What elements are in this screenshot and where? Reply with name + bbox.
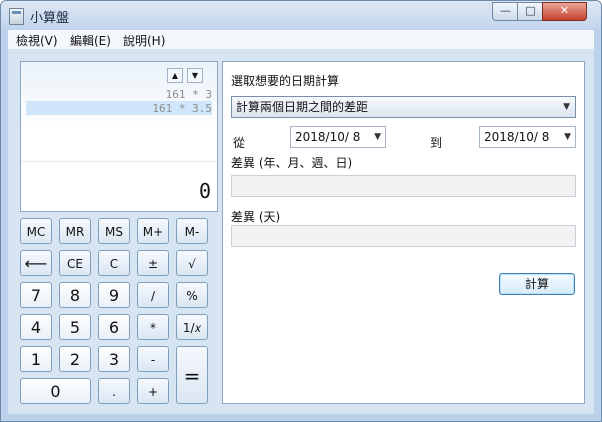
plus-minus-button[interactable]: ± [137,250,169,276]
history-line-1[interactable]: 161 * 3 [166,88,212,101]
digit-4-button[interactable]: 4 [20,314,52,340]
minimize-button[interactable]: — [492,2,519,21]
triangle-down-icon: ▼ [191,71,199,80]
digit-8-button[interactable]: 8 [59,282,91,308]
to-date-picker[interactable]: 2018/10/ 8 ▼ [479,126,576,148]
from-date-value: 2018/10/ 8 [295,130,361,144]
calculator-display: ▲ ▼ 161 * 3 161 * 3.5 0 [20,61,218,212]
digit-5-button[interactable]: 5 [59,314,91,340]
calculator-window: 小算盤 — □ ✕ 檢視(V) 編輯(E) 說明(H) ▲ ▼ 161 * 3 … [0,0,602,422]
chevron-down-icon: ▼ [564,132,571,142]
date-calc-prompt: 選取想要的日期計算 [231,74,340,88]
add-button[interactable]: + [137,378,169,404]
menu-view[interactable]: 檢視(V) [16,32,58,49]
percent-button[interactable]: % [176,282,208,308]
chevron-down-icon: ▼ [374,132,381,142]
date-calc-mode-value: 計算兩個日期之間的差距 [236,100,369,114]
close-icon: ✕ [559,4,570,17]
display-divider [21,161,217,162]
date-calc-mode-select[interactable]: 計算兩個日期之間的差距 ▼ [231,96,576,118]
menu-help[interactable]: 說明(H) [123,32,165,49]
decimal-button[interactable]: . [98,378,130,404]
clear-entry-button[interactable]: CE [59,250,91,276]
calculator-app-icon [9,8,24,25]
history-scroll-up-button[interactable]: ▲ [167,68,183,83]
diff-days-label: 差異 (天) [231,210,281,224]
menu-edit[interactable]: 編輯(E) [70,32,111,49]
history-line-2[interactable]: 161 * 3.5 [152,102,212,115]
subtract-button[interactable]: - [137,346,169,372]
history-scroll-down-button[interactable]: ▼ [187,68,203,83]
maximize-icon: □ [525,4,536,17]
reciprocal-button[interactable]: 1/𝑥 [176,314,208,340]
menu-bar: 檢視(V) 編輯(E) 說明(H) [8,30,594,50]
mc-button[interactable]: MC [20,218,52,244]
sqrt-button[interactable]: √ [176,250,208,276]
equals-button[interactable]: = [176,346,208,404]
to-date-value: 2018/10/ 8 [484,130,550,144]
m-plus-button[interactable]: M+ [137,218,169,244]
client-area: ▲ ▼ 161 * 3 161 * 3.5 0 MC MR MS M+ M- ⟵… [8,49,594,414]
digit-1-button[interactable]: 1 [20,346,52,372]
digit-2-button[interactable]: 2 [59,346,91,372]
display-value: 0 [198,179,211,203]
diff-days-result [231,225,576,247]
diff-ymwd-label: 差異 (年、月、週、日) [231,156,353,170]
clear-button[interactable]: C [98,250,130,276]
m-minus-button[interactable]: M- [176,218,208,244]
title-bar: 小算盤 — □ ✕ [1,1,601,29]
triangle-up-icon: ▲ [171,71,179,80]
date-calculation-panel: 選取想要的日期計算 計算兩個日期之間的差距 ▼ 從 2018/10/ 8 ▼ 到… [222,61,585,404]
digit-0-button[interactable]: 0 [20,378,91,404]
calculate-button[interactable]: 計算 [499,273,575,295]
close-button[interactable]: ✕ [542,2,587,21]
backspace-button[interactable]: ⟵ [20,250,52,276]
digit-3-button[interactable]: 3 [98,346,130,372]
window-title: 小算盤 [30,11,70,26]
chevron-down-icon: ▼ [563,102,570,112]
from-date-label: 從 [233,136,246,150]
minimize-icon: — [500,4,511,17]
diff-ymwd-result [231,175,576,197]
digit-9-button[interactable]: 9 [98,282,130,308]
ms-button[interactable]: MS [98,218,130,244]
maximize-button[interactable]: □ [517,2,544,21]
from-date-picker[interactable]: 2018/10/ 8 ▼ [290,126,386,148]
mr-button[interactable]: MR [59,218,91,244]
digit-7-button[interactable]: 7 [20,282,52,308]
divide-button[interactable]: / [137,282,169,308]
multiply-button[interactable]: * [137,314,169,340]
digit-6-button[interactable]: 6 [98,314,130,340]
to-date-label: 到 [430,136,443,150]
